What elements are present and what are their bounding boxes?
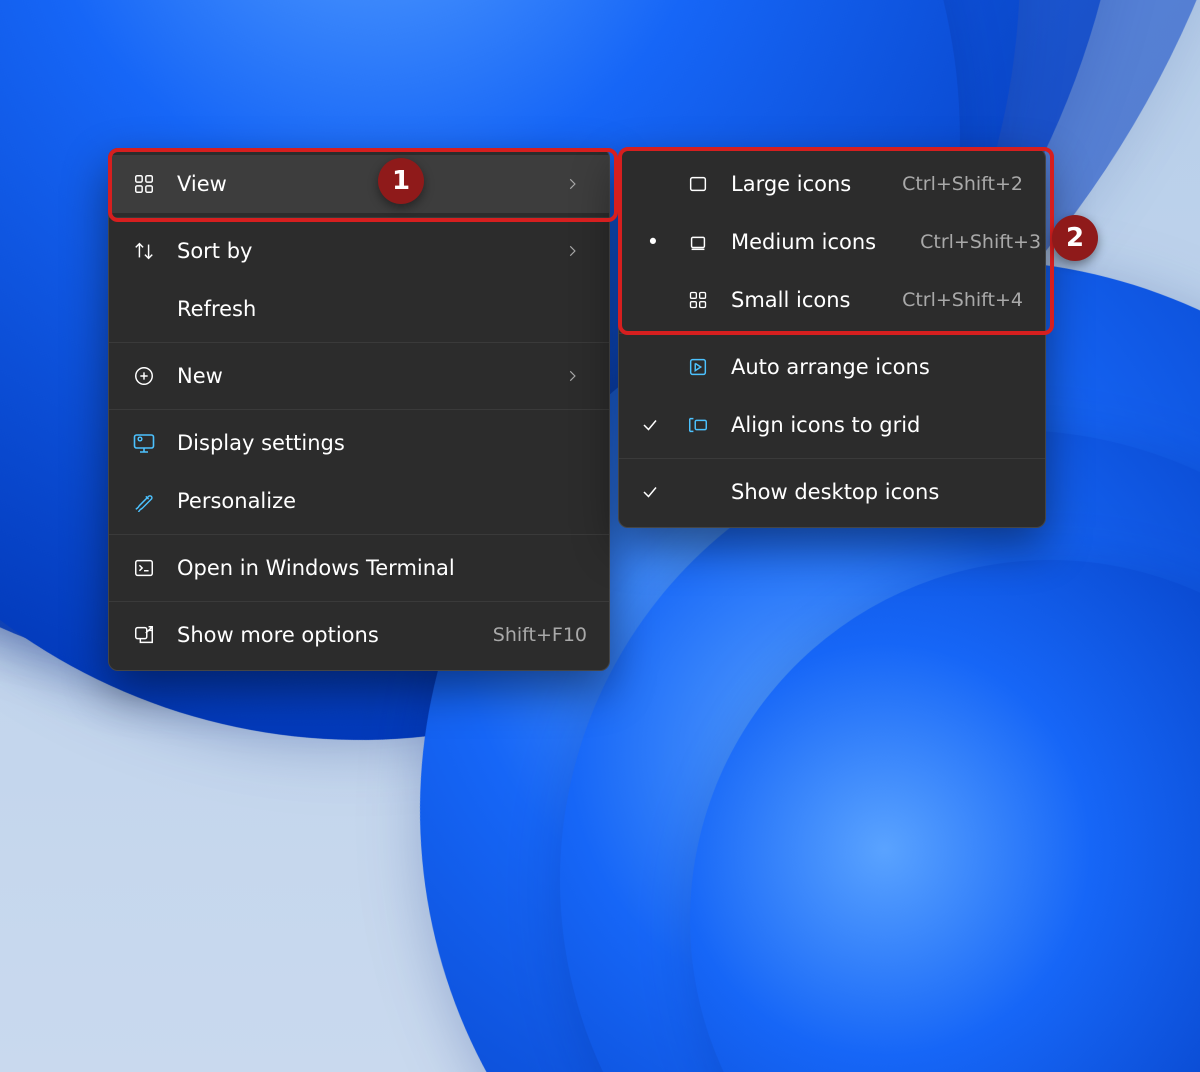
large-icons-icon bbox=[685, 171, 711, 197]
menu-item-label: Large icons bbox=[731, 172, 858, 196]
checkmark-icon bbox=[641, 483, 665, 501]
menu-item-shortcut: Shift+F10 bbox=[469, 624, 587, 646]
menu-divider bbox=[109, 342, 609, 343]
menu-item-label: View bbox=[177, 172, 545, 196]
submenu-item-large-icons[interactable]: • Large icons Ctrl+Shift+2 bbox=[619, 155, 1045, 213]
plus-circle-icon bbox=[131, 363, 157, 389]
desktop-context-menu: View Sort by Refresh New bbox=[108, 148, 610, 671]
menu-item-refresh[interactable]: Refresh bbox=[109, 280, 609, 338]
submenu-item-small-icons[interactable]: • Small icons Ctrl+Shift+4 bbox=[619, 271, 1045, 329]
auto-arrange-icon bbox=[685, 354, 711, 380]
menu-divider bbox=[109, 534, 609, 535]
menu-divider bbox=[109, 409, 609, 410]
menu-item-sort-by[interactable]: Sort by bbox=[109, 222, 609, 280]
menu-item-label: Open in Windows Terminal bbox=[177, 556, 587, 580]
menu-divider bbox=[109, 601, 609, 602]
menu-item-new[interactable]: New bbox=[109, 347, 609, 405]
paintbrush-icon bbox=[131, 488, 157, 514]
grid-icon bbox=[131, 171, 157, 197]
menu-item-label: Show desktop icons bbox=[731, 480, 1023, 504]
menu-item-label: Refresh bbox=[177, 297, 587, 321]
menu-item-show-more[interactable]: Show more options Shift+F10 bbox=[109, 606, 609, 664]
sort-icon bbox=[131, 238, 157, 264]
submenu-item-align-grid[interactable]: Align icons to grid bbox=[619, 396, 1045, 454]
small-icons-icon bbox=[685, 287, 711, 313]
menu-item-label: New bbox=[177, 364, 545, 388]
medium-icons-icon bbox=[685, 229, 711, 255]
menu-item-shortcut: Ctrl+Shift+3 bbox=[896, 231, 1041, 253]
menu-item-shortcut: Ctrl+Shift+4 bbox=[878, 289, 1023, 311]
menu-divider bbox=[619, 333, 1045, 334]
terminal-icon bbox=[131, 555, 157, 581]
menu-item-label: Show more options bbox=[177, 623, 449, 647]
menu-divider bbox=[619, 458, 1045, 459]
menu-item-open-terminal[interactable]: Open in Windows Terminal bbox=[109, 539, 609, 597]
annotation-badge-2: 2 bbox=[1052, 215, 1098, 261]
blank-icon bbox=[685, 479, 711, 505]
annotation-badge-1: 1 bbox=[378, 158, 424, 204]
more-options-icon bbox=[131, 622, 157, 648]
menu-divider bbox=[109, 217, 609, 218]
view-submenu: • Large icons Ctrl+Shift+2 • Medium icon… bbox=[618, 148, 1046, 528]
submenu-item-medium-icons[interactable]: • Medium icons Ctrl+Shift+3 bbox=[619, 213, 1045, 271]
menu-item-label: Medium icons bbox=[731, 230, 876, 254]
menu-item-label: Small icons bbox=[731, 288, 858, 312]
submenu-item-show-desktop-icons[interactable]: Show desktop icons bbox=[619, 463, 1045, 521]
menu-item-label: Align icons to grid bbox=[731, 413, 1023, 437]
menu-item-display-settings[interactable]: Display settings bbox=[109, 414, 609, 472]
chevron-right-icon bbox=[565, 177, 587, 191]
menu-item-view[interactable]: View bbox=[109, 155, 609, 213]
menu-item-label: Display settings bbox=[177, 431, 587, 455]
menu-item-label: Personalize bbox=[177, 489, 587, 513]
chevron-right-icon bbox=[565, 369, 587, 383]
monitor-gear-icon bbox=[131, 430, 157, 456]
submenu-item-auto-arrange[interactable]: Auto arrange icons bbox=[619, 338, 1045, 396]
menu-item-label: Sort by bbox=[177, 239, 545, 263]
menu-item-label: Auto arrange icons bbox=[731, 355, 1023, 379]
radio-icon: • bbox=[641, 230, 665, 254]
align-grid-icon bbox=[685, 412, 711, 438]
blank-icon bbox=[131, 296, 157, 322]
menu-item-shortcut: Ctrl+Shift+2 bbox=[878, 173, 1023, 195]
checkmark-icon bbox=[641, 416, 665, 434]
menu-item-personalize[interactable]: Personalize bbox=[109, 472, 609, 530]
chevron-right-icon bbox=[565, 244, 587, 258]
